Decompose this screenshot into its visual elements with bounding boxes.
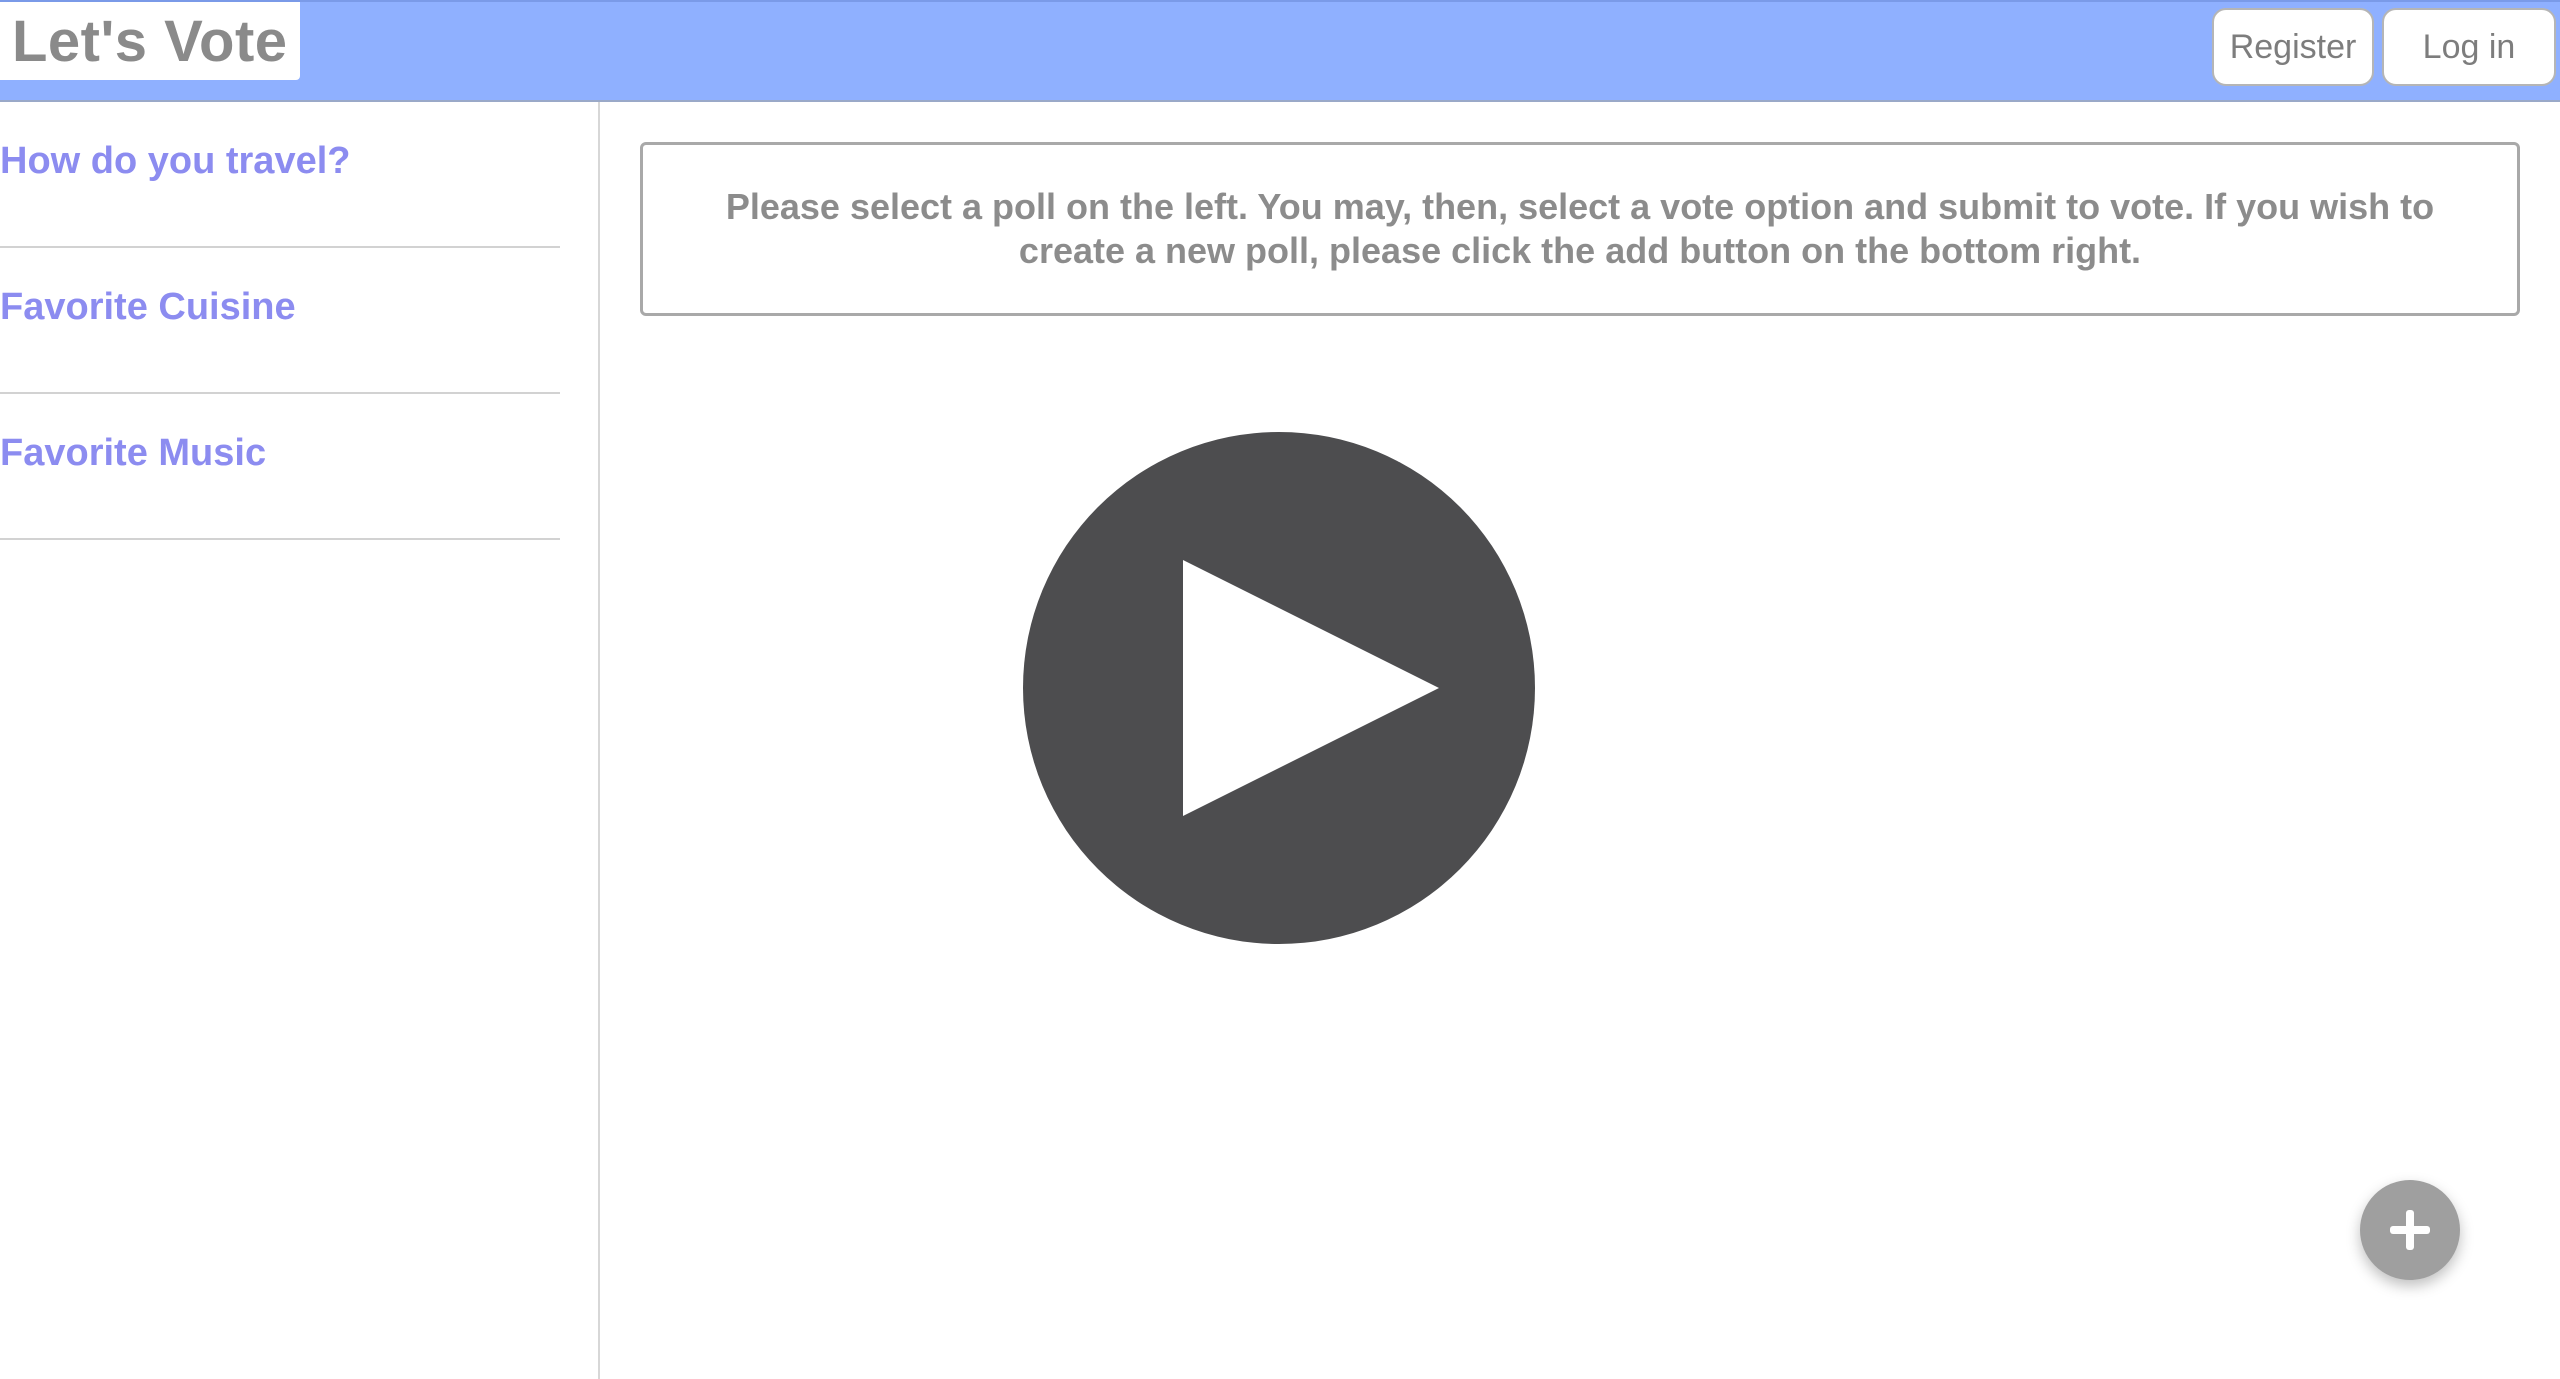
play-circle-graphic: [1023, 432, 1535, 944]
app-brand-title[interactable]: Let's Vote: [0, 2, 300, 80]
poll-list-sidebar: How do you travel? Favorite Cuisine Favo…: [0, 102, 600, 1379]
play-circle-icon[interactable]: [1023, 432, 1535, 944]
poll-item-travel[interactable]: How do you travel?: [0, 102, 560, 248]
register-button[interactable]: Register: [2212, 8, 2374, 86]
instructions-panel: Please select a poll on the left. You ma…: [640, 142, 2520, 316]
auth-buttons: Register Log in: [2212, 8, 2556, 86]
login-button[interactable]: Log in: [2382, 8, 2556, 86]
add-poll-button[interactable]: [2360, 1180, 2460, 1280]
poll-item-cuisine[interactable]: Favorite Cuisine: [0, 248, 560, 394]
top-navbar: Let's Vote Register Log in: [0, 0, 2560, 102]
main-content: Please select a poll on the left. You ma…: [602, 102, 2560, 1379]
poll-item-music[interactable]: Favorite Music: [0, 394, 560, 540]
plus-icon: [2390, 1210, 2430, 1250]
